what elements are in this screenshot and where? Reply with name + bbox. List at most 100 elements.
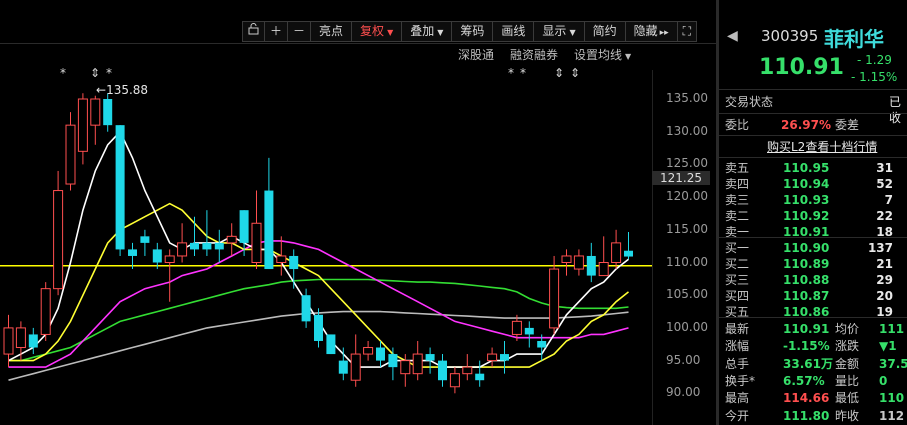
bid-label: 买一 [725, 241, 750, 255]
candle [500, 340, 509, 374]
divider [719, 237, 907, 238]
ask-row[interactable]: 卖五 110.95 31 [719, 160, 907, 176]
bid-row[interactable]: 买一 110.90 137 [719, 240, 907, 256]
stat-value: 37.5 [879, 356, 907, 371]
ask-row[interactable]: 卖三 110.93 7 [719, 192, 907, 208]
bid-label: 买三 [725, 273, 750, 287]
ask-price: 110.95 [783, 161, 830, 175]
ask-volume: 7 [884, 193, 893, 207]
price-tick-label: 110.00 [666, 254, 708, 269]
bid-volume: 29 [876, 273, 893, 287]
stat-value: 110 [879, 391, 905, 406]
price-tick-label: 130.00 [666, 123, 708, 138]
quote-panel: ◀ 300395 菲利华 110.91 - 1.29 - 1.15% 交易状态 … [719, 0, 907, 425]
bid-row[interactable]: 买四 110.87 20 [719, 288, 907, 304]
candle [289, 249, 299, 289]
candle [15, 321, 26, 361]
last-price: 110.91 [759, 55, 844, 80]
stock-name[interactable]: 菲利华 [824, 23, 884, 52]
candle [449, 367, 460, 394]
bid-row[interactable]: 买二 110.89 21 [719, 256, 907, 272]
candle [164, 249, 175, 302]
stat-value: ▼1 [879, 339, 897, 354]
ask-volume: 52 [876, 177, 893, 191]
ask-price: 110.92 [783, 209, 830, 223]
candle [524, 321, 534, 348]
event-star-icon[interactable]: * [60, 66, 66, 80]
price-tick-label: 125.00 [666, 156, 708, 171]
price-tick-label: 120.00 [666, 189, 708, 204]
event-marker-icon[interactable]: ⇕ [570, 66, 580, 80]
candle [462, 354, 473, 381]
candle [326, 334, 336, 355]
stat-value: 114.66 [783, 391, 830, 406]
candle [624, 232, 633, 260]
price-tick-label: 100.00 [666, 319, 708, 334]
price-tick-label: 105.00 [666, 287, 708, 302]
ask-row[interactable]: 卖二 110.92 22 [719, 208, 907, 224]
stat-label: 最高 [725, 391, 750, 406]
wei-bi-row: 委比 26.97% 委差 [719, 117, 907, 133]
stat-value: 111 [879, 322, 905, 336]
candlestick-chart[interactable] [0, 0, 716, 425]
candle [388, 347, 398, 381]
candle [611, 229, 622, 270]
candle [177, 223, 188, 263]
kline-chart-area[interactable]: ＋ － 亮点 复权 ▼ 叠加 ▼ 筹码 画线 显示 ▼ 简约 隐藏 ▸▸ ⛶ 深股通 融… [0, 0, 716, 425]
bid-volume: 21 [876, 257, 893, 271]
candle [598, 236, 609, 277]
candle [363, 340, 374, 361]
ask-label: 卖二 [725, 209, 750, 223]
candle [276, 236, 287, 276]
candle [140, 229, 150, 256]
candle [425, 347, 435, 374]
candle [264, 157, 274, 270]
stat-label: 量比 [835, 373, 860, 388]
price-tick-label: 90.00 [666, 385, 701, 400]
bid-label: 买四 [725, 289, 750, 303]
bid-label: 买二 [725, 257, 750, 271]
buy-l2-link[interactable]: 购买L2查看十档行情 [767, 138, 877, 155]
candle [103, 93, 113, 132]
stat-label: 最新 [725, 322, 750, 336]
ask-label: 卖四 [725, 177, 750, 191]
bid-price: 110.87 [783, 289, 830, 303]
bid-volume: 20 [876, 289, 893, 303]
event-star-icon[interactable]: * [106, 66, 112, 80]
ma20-line [8, 240, 629, 368]
stat-value: 33.61万 [783, 356, 833, 371]
event-marker-icon[interactable]: ⇕ [90, 66, 100, 80]
event-marker-icon[interactable]: ⇕ [554, 66, 564, 80]
event-star-icon[interactable]: * [508, 66, 514, 80]
event-star-icon[interactable]: * [520, 66, 526, 80]
bid-row[interactable]: 买三 110.88 29 [719, 272, 907, 288]
candle [65, 112, 76, 191]
candle [53, 170, 64, 296]
stat-label: 涨跌 [835, 339, 860, 354]
candle [314, 308, 323, 348]
stat-row: 涨幅 -1.15% 涨跌 ▼1 [719, 338, 907, 354]
candle [251, 190, 262, 270]
candle [77, 93, 88, 165]
trade-status-row: 交易状态 已收 [719, 94, 907, 125]
candle [338, 347, 348, 381]
divider [719, 317, 907, 318]
crosshair-price-tag: 121.25 [652, 171, 710, 185]
stock-code: 300395 [761, 27, 819, 45]
stat-label: 均价 [835, 322, 860, 336]
stat-value: -1.15% [783, 339, 830, 354]
ask-volume: 22 [876, 209, 893, 223]
stat-value: 111.80 [783, 408, 830, 423]
price-change: - 1.29 [857, 53, 892, 67]
collapse-arrow-icon[interactable]: ◀ [727, 28, 738, 44]
candle [190, 216, 199, 256]
stat-row: 最高 114.66 最低 110 [719, 390, 907, 406]
candle [475, 360, 485, 387]
bid-price: 110.90 [783, 241, 830, 255]
candle [438, 354, 447, 387]
stat-label: 昨收 [835, 408, 860, 423]
ask-row[interactable]: 卖四 110.94 52 [719, 176, 907, 192]
divider [719, 135, 907, 136]
price-tick-label: 115.00 [666, 221, 708, 236]
stat-label: 最低 [835, 391, 860, 406]
